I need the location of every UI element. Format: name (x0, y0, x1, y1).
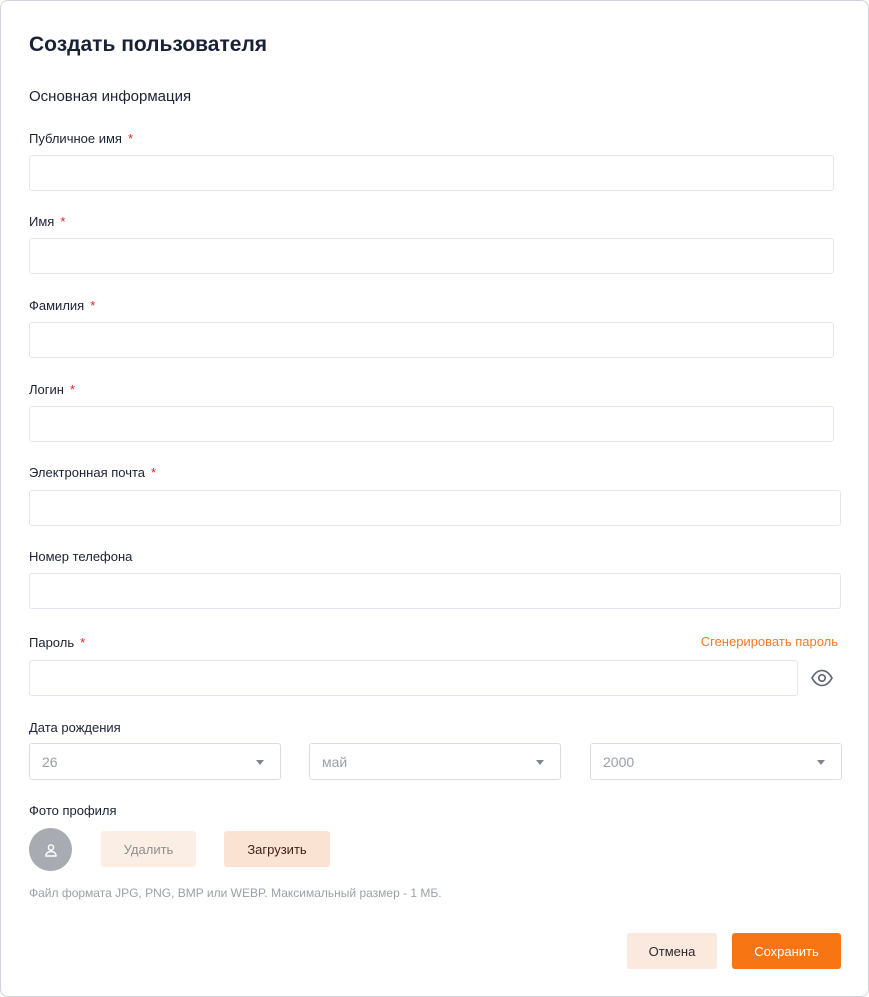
email-label: Электронная почта * (29, 465, 157, 480)
save-button[interactable]: Сохранить (732, 933, 841, 969)
profile-photo-label: Фото профиля (29, 803, 117, 818)
birth-month-select[interactable]: май (309, 743, 561, 780)
required-mark: * (80, 635, 86, 650)
birth-day-value: 26 (42, 754, 58, 770)
last-name-label: Фамилия * (29, 298, 96, 313)
chevron-down-icon (536, 760, 544, 765)
generate-password-link[interactable]: Сгенерировать пароль (701, 634, 838, 649)
last-name-input[interactable] (29, 322, 834, 358)
upload-photo-button[interactable]: Загрузить (224, 831, 330, 867)
eye-icon[interactable] (810, 669, 834, 687)
birth-year-value: 2000 (603, 754, 635, 770)
avatar (29, 828, 72, 871)
user-icon (44, 843, 57, 857)
public-name-label: Публичное имя * (29, 131, 134, 146)
delete-photo-button[interactable]: Удалить (101, 831, 196, 867)
phone-input[interactable] (29, 573, 841, 609)
required-mark: * (151, 465, 157, 480)
page-title: Создать пользователя (29, 33, 268, 56)
cancel-button[interactable]: Отмена (627, 933, 717, 969)
required-mark: * (69, 382, 76, 397)
section-title: Основная информация (29, 88, 192, 105)
email-input[interactable] (29, 490, 841, 526)
required-mark: * (60, 214, 66, 229)
first-name-input[interactable] (29, 238, 834, 274)
photo-format-hint: Файл формата JPG, PNG, BMP или WEBP. Мак… (29, 886, 442, 900)
password-input[interactable] (29, 660, 798, 696)
birth-month-value: май (322, 754, 348, 770)
required-mark: * (127, 131, 134, 146)
create-user-dialog: Создать пользователя Основная информация… (0, 0, 869, 997)
birth-day-select[interactable]: 26 (29, 743, 281, 780)
login-label: Логин * (29, 382, 76, 397)
first-name-label: Имя * (29, 214, 66, 229)
public-name-input[interactable] (29, 155, 834, 191)
birth-date-label: Дата рождения (29, 720, 121, 735)
chevron-down-icon (256, 760, 264, 765)
chevron-down-icon (817, 760, 825, 765)
password-label: Пароль * (29, 635, 86, 650)
login-input[interactable] (29, 406, 834, 442)
required-mark: * (90, 298, 96, 313)
birth-year-select[interactable]: 2000 (590, 743, 842, 780)
phone-label: Номер телефона (29, 549, 133, 564)
